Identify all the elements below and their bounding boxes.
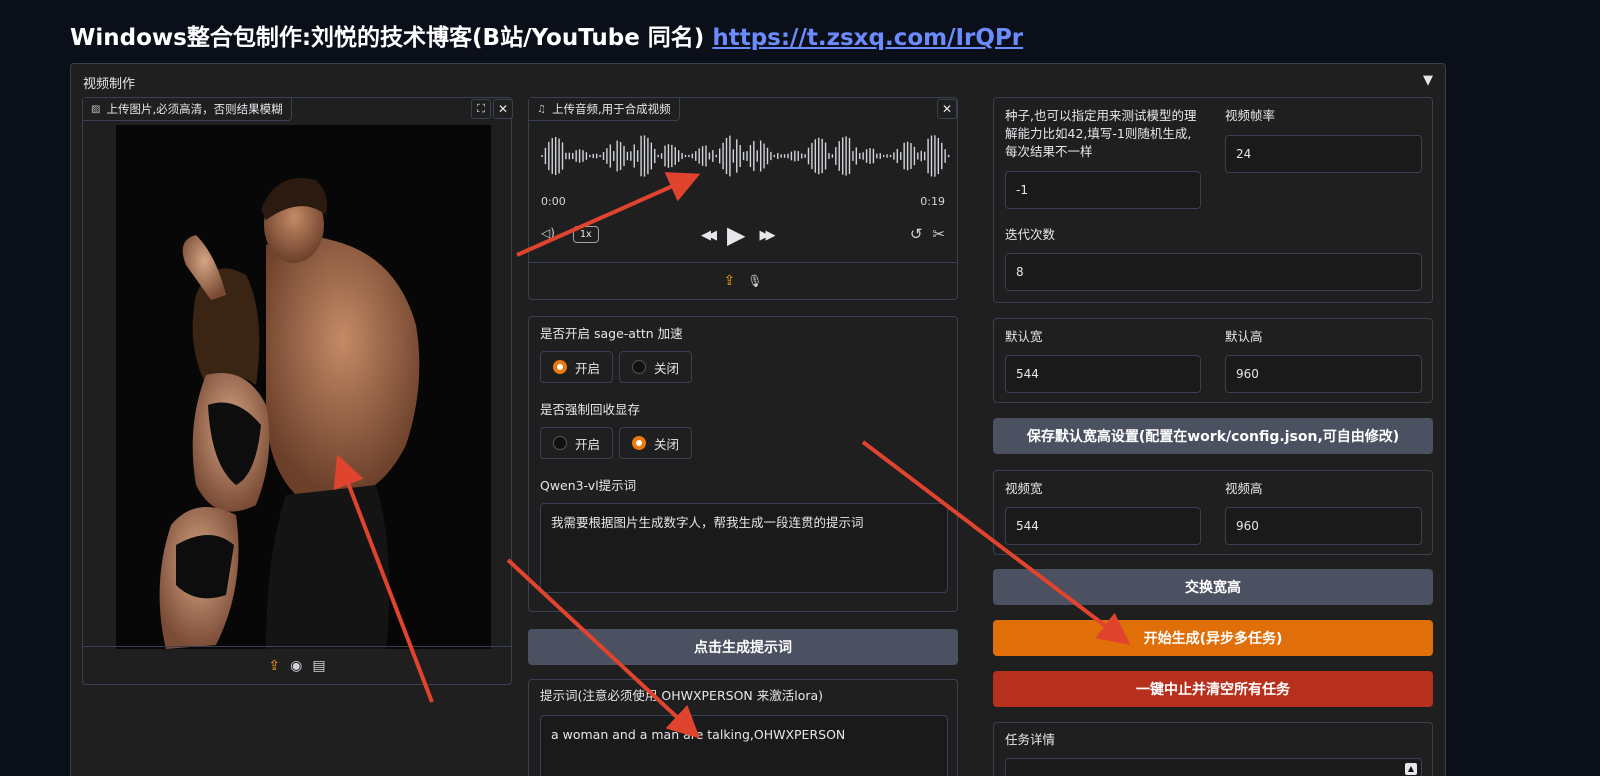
sage-attn-on-radio[interactable]: 开启 bbox=[540, 351, 614, 383]
sage-attn-label: 是否开启 sage-attn 加速 bbox=[540, 326, 683, 341]
prompt-textarea[interactable]: a woman and a man are talking,OHWXPERSON bbox=[540, 715, 948, 776]
swap-size-button[interactable]: 交换宽高 bbox=[993, 569, 1433, 605]
video-width-input[interactable]: 544 bbox=[1005, 507, 1201, 545]
fullscreen-icon[interactable]: ⛶ bbox=[471, 99, 491, 119]
audio-toolbar: ⇪ 🎙 bbox=[529, 262, 957, 299]
fps-input[interactable]: 24 bbox=[1225, 135, 1422, 173]
radio-label: 关闭 bbox=[654, 360, 680, 376]
rewind-icon[interactable]: ◀◀ bbox=[701, 228, 717, 243]
radio-checked-icon bbox=[553, 360, 567, 374]
volume-icon[interactable]: ◁) bbox=[541, 226, 555, 240]
edit-group: ↺ ✂ bbox=[910, 225, 945, 243]
video-width-label: 视频宽 bbox=[1005, 481, 1043, 496]
image-upload-label: ▨ 上传图片,必须高清，否则结果模糊 bbox=[83, 98, 292, 121]
forward-icon[interactable]: ▶▶ bbox=[759, 228, 775, 243]
image-upload-label-text: 上传图片,必须高清，否则结果模糊 bbox=[106, 102, 283, 116]
image-icon: ▨ bbox=[91, 103, 101, 115]
upload-icon[interactable]: ⇪ bbox=[268, 658, 280, 674]
task-details-textarea[interactable]: ▲ bbox=[1005, 758, 1422, 776]
page-title-text: Windows整合包制作:刘悦的技术博客(B站/YouTube 同名) bbox=[70, 25, 705, 51]
qwen-prompt-textarea[interactable]: 我需要根据图片生成数字人，帮我生成一段连贯的提示词 bbox=[540, 503, 948, 593]
audio-controls: ◁) 1x ◀◀ ▶ ▶▶ ↺ ✂ bbox=[541, 221, 945, 249]
seed-label: 种子,也可以指定用来测试模型的理解能力比如42,填写-1则随机生成,每次结果不一… bbox=[1005, 108, 1197, 159]
undo-icon[interactable]: ↺ bbox=[910, 225, 923, 243]
force-gc-label: 是否强制回收显存 bbox=[540, 402, 641, 417]
video-size-panel: 视频宽 544 视频高 960 bbox=[993, 470, 1433, 555]
playback-speed-button[interactable]: 1x bbox=[573, 226, 599, 243]
audio-upload-panel: ♫ 上传音频,用于合成视频 ✕ 0:00 0:19 ◁) 1x ◀◀ ▶ ▶▶ … bbox=[528, 97, 958, 300]
sage-attn-off-radio[interactable]: 关闭 bbox=[619, 351, 693, 383]
accordion-caret-icon[interactable]: ▼ bbox=[1423, 73, 1433, 88]
video-height-label: 视频高 bbox=[1225, 481, 1263, 496]
start-generate-button[interactable]: 开始生成(异步多任务) bbox=[993, 620, 1433, 656]
audio-current-time: 0:00 bbox=[541, 195, 566, 208]
music-icon: ♫ bbox=[537, 103, 546, 115]
audio-upload-label: ♫ 上传音频,用于合成视频 bbox=[529, 98, 680, 121]
audio-close-icon[interactable]: ✕ bbox=[937, 99, 957, 119]
stop-all-button[interactable]: 一键中止并清空所有任务 bbox=[993, 671, 1433, 707]
close-icon[interactable]: ✕ bbox=[493, 99, 513, 119]
default-height-input[interactable]: 960 bbox=[1225, 355, 1422, 393]
audio-upload-icon[interactable]: ⇪ bbox=[724, 273, 736, 289]
default-width-label: 默认宽 bbox=[1005, 329, 1043, 344]
image-upload-panel: ▨ 上传图片,必须高清，否则结果模糊 ⛶ ✕ ⇪ ◉ ▤ bbox=[82, 97, 513, 685]
image-toolbar: ⇪ ◉ ▤ bbox=[83, 646, 511, 684]
seed-fps-steps-panel: 种子,也可以指定用来测试模型的理解能力比如42,填写-1则随机生成,每次结果不一… bbox=[993, 97, 1433, 303]
microphone-icon[interactable]: 🎙 bbox=[747, 274, 762, 288]
radio-checked-icon bbox=[632, 436, 646, 450]
qwen-prompt-label: Qwen3-vl提示词 bbox=[540, 478, 637, 493]
playback-group: ◀◀ ▶ ▶▶ bbox=[701, 221, 775, 249]
trim-icon[interactable]: ✂ bbox=[932, 225, 945, 243]
steps-input[interactable]: 8 bbox=[1005, 253, 1422, 291]
page-title: Windows整合包制作:刘悦的技术博客(B站/YouTube 同名) http… bbox=[70, 18, 1023, 52]
generate-prompt-button[interactable]: 点击生成提示词 bbox=[528, 629, 958, 665]
audio-waveform[interactable] bbox=[541, 132, 951, 180]
steps-label: 迭代次数 bbox=[1005, 227, 1056, 242]
video-height-input[interactable]: 960 bbox=[1225, 507, 1422, 545]
save-default-size-button[interactable]: 保存默认宽高设置(配置在work/config.json,可自由修改) bbox=[993, 418, 1433, 454]
radio-unchecked-icon bbox=[553, 436, 567, 450]
radio-label: 开启 bbox=[575, 436, 601, 452]
radio-unchecked-icon bbox=[632, 360, 646, 374]
audio-duration: 0:19 bbox=[920, 195, 945, 208]
default-size-panel: 默认宽 544 默认高 960 bbox=[993, 318, 1433, 403]
play-icon[interactable]: ▶ bbox=[727, 221, 745, 249]
prompt-panel: 提示词(注意必须使用 OHWXPERSON 来激活lora) a woman a… bbox=[528, 679, 958, 776]
force-gc-on-radio[interactable]: 开启 bbox=[540, 427, 614, 459]
force-gc-off-radio[interactable]: 关闭 bbox=[619, 427, 693, 459]
task-details-panel: 任务详情 ▲ bbox=[993, 722, 1433, 776]
default-width-input[interactable]: 544 bbox=[1005, 355, 1201, 393]
page-title-link[interactable]: https://t.zsxq.com/IrQPr bbox=[712, 25, 1023, 51]
clipboard-icon[interactable]: ▤ bbox=[312, 658, 325, 674]
fps-label: 视频帧率 bbox=[1225, 108, 1276, 123]
audio-upload-label-text: 上传音频,用于合成视频 bbox=[551, 102, 671, 116]
prompt-label: 提示词(注意必须使用 OHWXPERSON 来激活lora) bbox=[540, 688, 824, 703]
webcam-icon[interactable]: ◉ bbox=[290, 658, 302, 674]
uploaded-image-picture bbox=[116, 125, 491, 649]
seed-input[interactable]: -1 bbox=[1005, 171, 1201, 209]
scroll-up-icon[interactable]: ▲ bbox=[1405, 763, 1417, 775]
radio-label: 开启 bbox=[575, 360, 601, 376]
default-height-label: 默认高 bbox=[1225, 329, 1263, 344]
accordion-label[interactable]: 视频制作 bbox=[83, 73, 135, 92]
options-panel: 是否开启 sage-attn 加速 开启 关闭 是否强制回收显存 开启 关闭 Q… bbox=[528, 316, 958, 612]
uploaded-image bbox=[116, 125, 491, 649]
radio-label: 关闭 bbox=[654, 436, 680, 452]
task-details-label: 任务详情 bbox=[1005, 732, 1056, 747]
